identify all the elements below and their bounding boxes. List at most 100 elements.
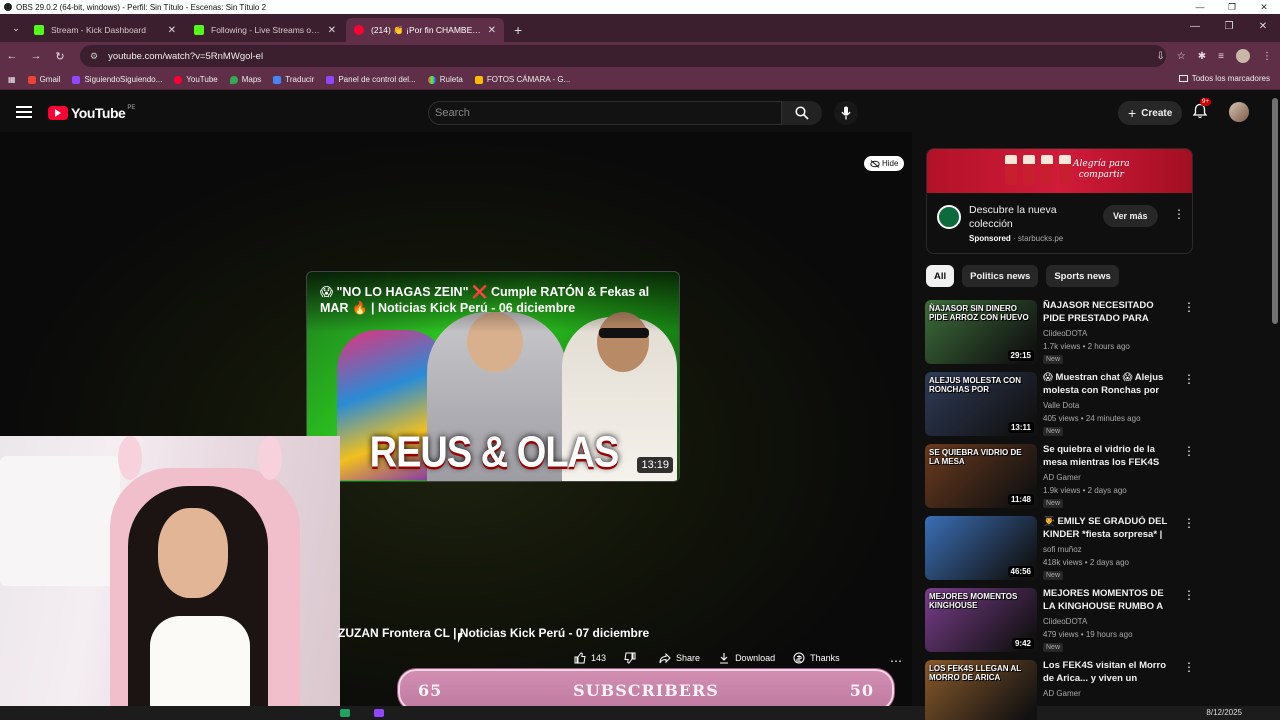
- more-options-icon[interactable]: ⋮: [1183, 372, 1195, 386]
- recommendation-item[interactable]: ALEJUS MOLESTA CON RONCHAS POR 13:11 😱 Mue…: [925, 372, 1195, 438]
- bookmark-youtube[interactable]: YouTube: [174, 75, 218, 84]
- more-actions-icon[interactable]: ⋯: [890, 654, 902, 668]
- bookmark-gmail[interactable]: Gmail: [27, 75, 60, 84]
- bookmark-maps[interactable]: Maps: [229, 75, 261, 84]
- recommendation-thumbnail[interactable]: 46:56: [925, 516, 1037, 580]
- menu-icon[interactable]: ⋮: [1262, 51, 1272, 62]
- chip-sports-news[interactable]: Sports news: [1046, 265, 1119, 287]
- notifications-button[interactable]: 9+: [1192, 98, 1211, 124]
- recommendation-item[interactable]: LOS FEK4S LLEGAN AL MORRO DE ARICA Los FE…: [925, 660, 1195, 720]
- minimize-icon[interactable]: —: [1178, 14, 1212, 40]
- recommendation-thumbnail[interactable]: ALEJUS MOLESTA CON RONCHAS POR 13:11: [925, 372, 1037, 436]
- video-duration: 46:56: [1007, 566, 1034, 577]
- all-bookmarks[interactable]: Todos los marcadores: [1178, 74, 1270, 83]
- more-options-icon[interactable]: ⋮: [1183, 300, 1195, 314]
- thumbnail-caption: REUS & OLAS: [369, 428, 620, 478]
- recommendation-thumbnail[interactable]: MEJORES MOMENTOS KINGHOUSE 9:42: [925, 588, 1037, 652]
- recommendation-title[interactable]: Los FEK4S visitan el Morro de Arica... y…: [1043, 660, 1175, 686]
- minimize-icon[interactable]: —: [1184, 0, 1216, 14]
- page-scrollbar[interactable]: [1270, 94, 1280, 706]
- close-tab-icon[interactable]: ✕: [488, 25, 496, 36]
- restore-icon[interactable]: ❐: [1212, 14, 1246, 40]
- address-bar[interactable]: ⚙ youtube.com/watch?v=5RnMWgol-el: [80, 45, 1166, 67]
- create-button[interactable]: + Create: [1118, 101, 1183, 125]
- recommendation-title[interactable]: Se quiebra el vidrio de la mesa mientras…: [1043, 444, 1175, 470]
- download-button[interactable]: Download: [718, 652, 775, 664]
- new-tab-icon[interactable]: +: [514, 22, 522, 38]
- site-info-icon[interactable]: ⚙: [90, 51, 98, 62]
- close-tab-icon[interactable]: ✕: [328, 25, 336, 36]
- browser-tab-kick-dashboard[interactable]: Stream - Kick Dashboard ✕: [26, 18, 184, 42]
- like-button[interactable]: 143: [574, 652, 606, 664]
- close-icon[interactable]: ✕: [1248, 0, 1280, 14]
- sponsored-ad[interactable]: Alegría para compartir Descubre la nueva …: [926, 148, 1193, 254]
- install-icon[interactable]: ⇩: [1156, 51, 1164, 62]
- media-icon[interactable]: ≡: [1218, 51, 1224, 62]
- endscreen-video-card[interactable]: 😱 "NO LO HAGAS ZEIN" ❌ Cumple RATÓN & Fe…: [306, 271, 680, 482]
- more-options-icon[interactable]: ⋮: [1183, 660, 1195, 674]
- browser-tab-kick-following[interactable]: Following - Live Streams on Kic ✕: [186, 18, 344, 42]
- new-badge: New: [1043, 499, 1064, 508]
- recommendation-title[interactable]: ÑAJASOR NECESITADO PIDE PRESTADO PARA CO…: [1043, 300, 1175, 326]
- recommendation-title[interactable]: 👨‍🎓 EMILY SE GRADUÓ DEL KINDER *fiesta s…: [1043, 516, 1175, 542]
- ad-title: Descubre la nueva colección: [969, 204, 1057, 230]
- recommendation-item[interactable]: MEJORES MOMENTOS KINGHOUSE 9:42 MEJORES MO…: [925, 588, 1195, 654]
- recommendation-item[interactable]: SE QUIEBRA VIDRIO DE LA MESA 11:48 Se quie…: [925, 444, 1195, 510]
- search-button[interactable]: [782, 101, 822, 125]
- bookmark-traducir[interactable]: Traducir: [273, 75, 314, 84]
- hamburger-menu-icon[interactable]: [16, 106, 32, 118]
- bookmark-siguiendo[interactable]: SiguiendoSiguiendo...: [72, 75, 162, 84]
- recommendation-thumbnail[interactable]: LOS FEK4S LLEGAN AL MORRO DE ARICA: [925, 660, 1037, 720]
- more-options-icon[interactable]: ⋮: [1183, 588, 1195, 602]
- bookmark-star-icon[interactable]: ☆: [1177, 51, 1186, 62]
- scrollbar-thumb[interactable]: [1272, 98, 1278, 324]
- bookmark-fotos[interactable]: FOTOS CÁMARA - G...: [474, 75, 570, 84]
- more-options-icon[interactable]: ⋮: [1183, 444, 1195, 458]
- browser-tab-youtube[interactable]: (214) 👏 ¡Por fin CHAMBEÓ el ✕: [346, 18, 504, 42]
- extensions-icon[interactable]: ✱: [1198, 51, 1206, 62]
- youtube-logo[interactable]: YouTube PE: [48, 105, 135, 121]
- profile-avatar[interactable]: [1236, 49, 1250, 63]
- thanks-button[interactable]: Thanks: [793, 652, 840, 664]
- ad-slogan-line: compartir: [1078, 170, 1124, 180]
- bookmark-ruleta[interactable]: Ruleta: [427, 75, 463, 84]
- chip-all[interactable]: All: [926, 265, 955, 287]
- recommendation-item[interactable]: 46:56 👨‍🎓 EMILY SE GRADUÓ DEL KINDER *fie…: [925, 516, 1195, 582]
- recommendation-item[interactable]: ÑAJASOR SIN DINERO PIDE ARROZ CON HUEVO 2…: [925, 300, 1195, 366]
- back-icon[interactable]: ←: [0, 50, 24, 62]
- channel-name[interactable]: AD Gamer: [1043, 473, 1081, 482]
- close-tab-icon[interactable]: ✕: [168, 25, 176, 36]
- apps-icon[interactable]: ▦: [8, 75, 16, 84]
- recommendation-title[interactable]: 😱 Muestran chat 😱 Alejus molesta con Ron…: [1043, 372, 1175, 398]
- recommendation-thumbnail[interactable]: ÑAJASOR SIN DINERO PIDE ARROZ CON HUEVO 2…: [925, 300, 1037, 364]
- recommendation-title[interactable]: MEJORES MOMENTOS DE LA KINGHOUSE RUMBO A…: [1043, 588, 1175, 614]
- forward-icon[interactable]: →: [24, 50, 48, 62]
- taskbar-app-icon[interactable]: [340, 709, 350, 717]
- hide-endscreen-button[interactable]: Hide: [864, 156, 905, 171]
- bookmark-panel[interactable]: Panel de control del...: [326, 75, 416, 84]
- streamer-face: [158, 508, 228, 598]
- channel-name[interactable]: Valle Dota: [1043, 401, 1079, 410]
- thumbnail-caption: MEJORES MOMENTOS KINGHOUSE: [929, 592, 1018, 610]
- channel-name[interactable]: ClideoDOTA: [1043, 617, 1087, 626]
- recommendation-thumbnail[interactable]: SE QUIEBRA VIDRIO DE LA MESA 11:48: [925, 444, 1037, 508]
- more-options-icon[interactable]: ⋮: [1183, 516, 1195, 530]
- account-avatar[interactable]: [1229, 102, 1249, 122]
- voice-search-button[interactable]: [834, 101, 858, 125]
- maximize-icon[interactable]: ❐: [1216, 0, 1248, 14]
- ad-menu-icon[interactable]: ⋮: [1173, 207, 1185, 221]
- ad-cta-button[interactable]: Ver más: [1103, 205, 1158, 227]
- close-window-icon[interactable]: ✕: [1246, 14, 1280, 40]
- share-button[interactable]: Share: [659, 652, 700, 664]
- search-input[interactable]: Search: [428, 101, 782, 125]
- taskbar-app-icon[interactable]: [374, 709, 384, 717]
- channel-name[interactable]: sofi muñoz: [1043, 545, 1082, 554]
- channel-name[interactable]: ClideoDOTA: [1043, 329, 1087, 338]
- video-meta: 479 views • 19 hours ago: [1043, 630, 1133, 639]
- youtube-play-icon: [48, 106, 68, 120]
- channel-name[interactable]: AD Gamer: [1043, 689, 1081, 698]
- dislike-button[interactable]: [624, 652, 641, 664]
- tab-search-icon[interactable]: ⌄: [6, 17, 26, 39]
- reload-icon[interactable]: ↻: [48, 50, 72, 63]
- chip-politics-news[interactable]: Politics news: [962, 265, 1039, 287]
